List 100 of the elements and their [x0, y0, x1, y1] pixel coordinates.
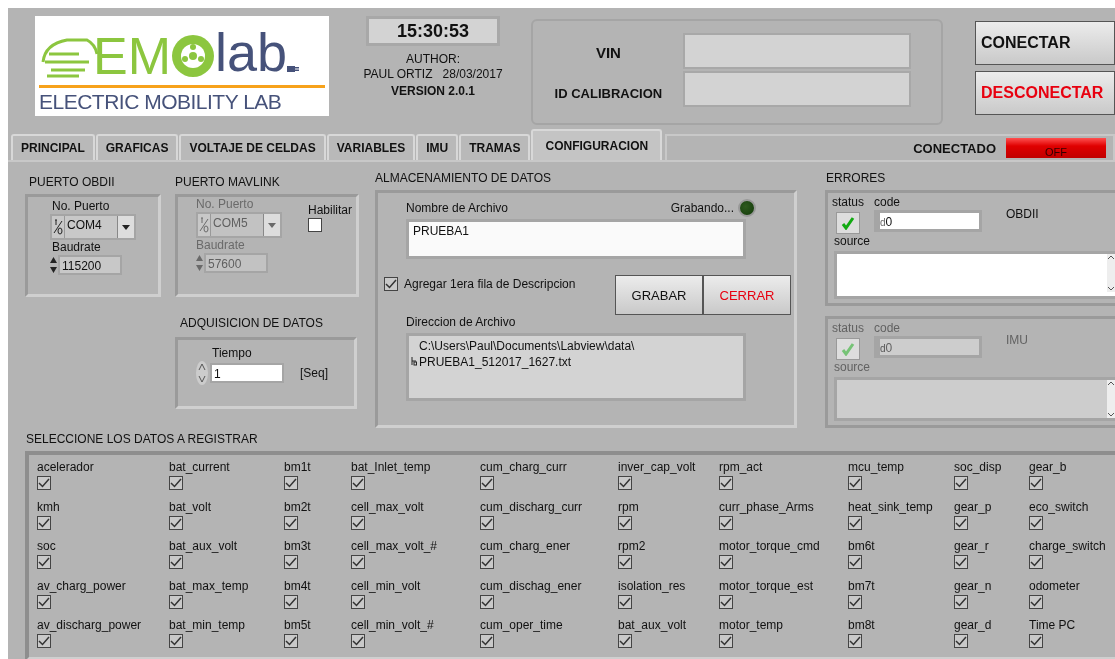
checkbox-label: eco_switch: [1029, 498, 1089, 516]
checkbox-label: bm3t: [284, 538, 311, 556]
field-label: Baudrate: [52, 240, 101, 255]
version-label: VERSION 2.0.1: [391, 84, 476, 99]
source-field[interactable]: [834, 251, 1115, 299]
tab[interactable]: GRAFICAS: [95, 134, 179, 160]
checkbox[interactable]: [848, 476, 862, 490]
checkbox[interactable]: [169, 515, 183, 530]
checkbox[interactable]: [480, 476, 494, 490]
logo-text: EM: [93, 30, 171, 82]
checkbox[interactable]: [169, 594, 183, 609]
checkbox-label: bat_aux_volt: [618, 617, 687, 635]
checkbox[interactable]: [1029, 555, 1043, 570]
checkbox[interactable]: [954, 515, 968, 530]
checkbox-label: isolation_res: [618, 577, 686, 595]
checkbox[interactable]: [384, 277, 398, 291]
calibration-id-label: ID CALIBRACION: [554, 85, 663, 101]
connect-button[interactable]: CONECTAR: [975, 21, 1115, 65]
checkbox[interactable]: [37, 515, 51, 530]
filename-field[interactable]: PRUEBA1: [406, 219, 746, 259]
checkbox[interactable]: [1029, 634, 1043, 649]
group-title: PUERTO MAVLINK: [175, 174, 281, 190]
checkbox-label: bm5t: [284, 617, 311, 635]
tab[interactable]: CONFIGURACION: [531, 129, 663, 160]
checkbox[interactable]: [618, 634, 632, 649]
checkbox-label: soc: [37, 538, 56, 556]
checkbox[interactable]: [351, 634, 365, 649]
checkbox[interactable]: [618, 594, 632, 609]
checkbox[interactable]: [719, 476, 733, 490]
checkbox[interactable]: [480, 555, 494, 570]
checkbox[interactable]: [719, 555, 733, 570]
checkbox-label: cell_max_volt: [351, 498, 424, 516]
checkbox[interactable]: [284, 555, 298, 570]
checkbox[interactable]: [284, 594, 298, 609]
checkbox[interactable]: [1029, 594, 1043, 609]
checkbox[interactable]: [37, 594, 51, 609]
checkbox[interactable]: [480, 634, 494, 649]
checkbox[interactable]: [351, 555, 365, 570]
checkbox[interactable]: [954, 555, 968, 570]
checkbox[interactable]: [37, 634, 51, 649]
checkbox-label: kmh: [37, 498, 60, 516]
checkbox[interactable]: [848, 555, 862, 570]
checkbox[interactable]: [480, 515, 494, 530]
tab[interactable]: VARIABLES: [326, 134, 416, 160]
checkbox[interactable]: [848, 634, 862, 649]
checkbox[interactable]: [169, 476, 183, 490]
checkbox[interactable]: [954, 594, 968, 609]
checkbox-label: rpm_act: [719, 459, 763, 476]
tab[interactable]: PRINCIPAL: [11, 134, 95, 160]
checkbox[interactable]: [351, 476, 365, 490]
field-label: Baudrate: [196, 238, 246, 253]
checkbox[interactable]: [719, 594, 733, 609]
time-field[interactable]: 1: [210, 363, 284, 383]
caret-icon: [122, 224, 130, 230]
group-title: ERRORES: [826, 170, 887, 186]
port-dropdown[interactable]: COM4: [50, 214, 136, 240]
checkbox[interactable]: [351, 594, 365, 609]
checkbox[interactable]: [480, 594, 494, 609]
tab[interactable]: VOLTAJE DE CELDAS: [179, 134, 326, 160]
checkbox[interactable]: [618, 555, 632, 570]
calibration-id-field[interactable]: [683, 71, 912, 107]
checkbox[interactable]: [37, 555, 51, 570]
checkbox[interactable]: [954, 476, 968, 490]
checkbox-label: cell_min_volt: [351, 577, 421, 595]
checkbox[interactable]: [284, 515, 298, 530]
checkbox[interactable]: [1029, 515, 1043, 530]
checkbox[interactable]: [1029, 476, 1043, 490]
tab[interactable]: IMU: [416, 134, 459, 160]
logo-text: lab: [215, 22, 288, 82]
checkbox-label: cum_dischag_ener: [480, 577, 582, 595]
connection-indicator: OFF: [1006, 138, 1106, 158]
checkbox[interactable]: [169, 634, 183, 649]
checkbox[interactable]: [351, 515, 365, 530]
checkbox[interactable]: [618, 515, 632, 530]
baudrate-field[interactable]: 115200: [58, 255, 122, 275]
checkbox[interactable]: [848, 594, 862, 609]
checkbox[interactable]: [169, 555, 183, 570]
connection-label: CONECTADO: [913, 140, 996, 156]
checkbox-label: bm8t: [848, 617, 875, 635]
checkbox[interactable]: [719, 515, 733, 530]
spinner-icon: [196, 361, 208, 385]
code-label: code: [874, 195, 902, 210]
vin-field[interactable]: [683, 33, 912, 69]
checkbox[interactable]: [284, 476, 298, 490]
record-button[interactable]: GRABAR: [615, 275, 703, 315]
checkbox-label: cell_max_volt_#: [351, 538, 438, 556]
checkbox[interactable]: [954, 634, 968, 649]
checkbox[interactable]: [618, 476, 632, 490]
checkbox-label: curr_phase_Arms: [719, 498, 814, 516]
checkbox[interactable]: [719, 634, 733, 649]
io-icon: [53, 219, 63, 235]
tab[interactable]: TRAMAS: [459, 134, 531, 160]
checkbox-label: rpm: [618, 498, 639, 516]
checkbox-label: bat_volt: [169, 498, 212, 516]
path-field[interactable]: C:\Users\Paul\Documents\Labview\data\ PRUEBA1_512017_1627.txt: [406, 333, 746, 401]
checkbox[interactable]: [37, 476, 51, 490]
checkbox[interactable]: [848, 515, 862, 530]
path-icon: [411, 356, 417, 366]
checkbox[interactable]: [284, 634, 298, 649]
code-field[interactable]: d0: [874, 210, 982, 232]
